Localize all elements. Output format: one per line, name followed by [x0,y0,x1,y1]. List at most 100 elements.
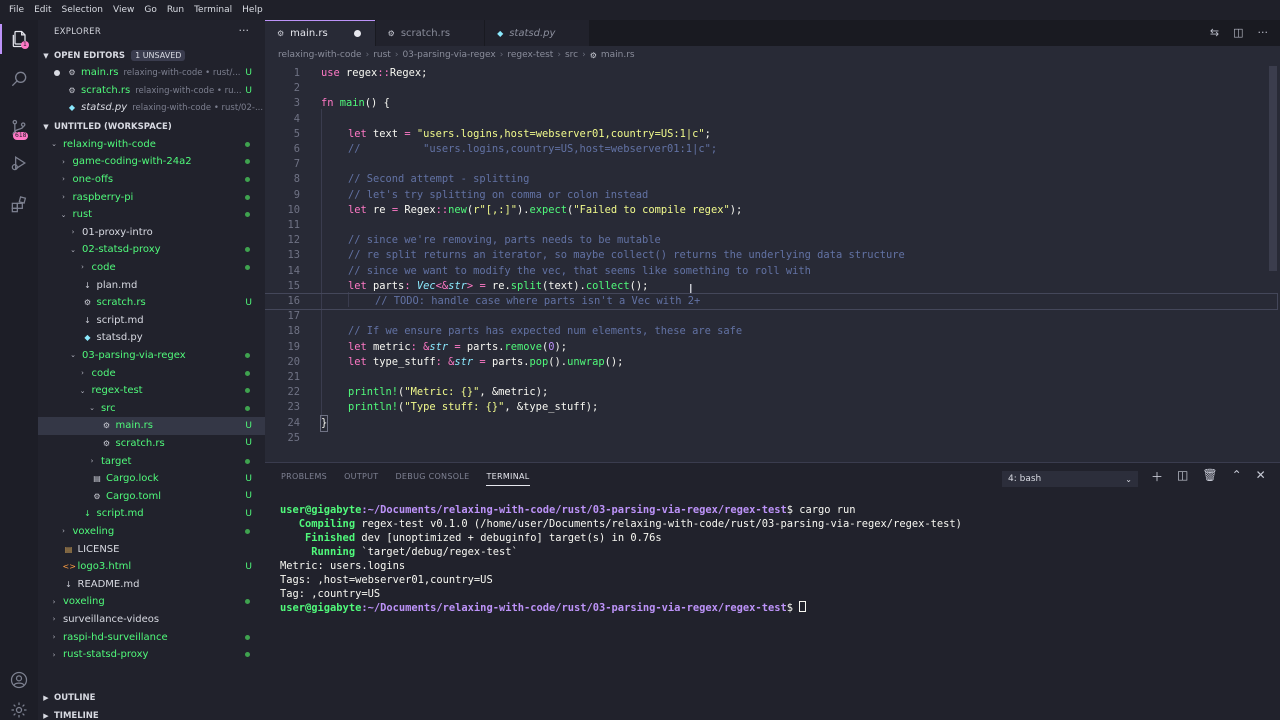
menu-edit[interactable]: Edit [29,5,56,15]
tree-folder[interactable]: › raspi-hd-surveillance [38,628,265,646]
breadcrumb-item[interactable]: 03-parsing-via-regex [402,50,495,60]
tree-file[interactable]: ↓ script.md [38,312,265,330]
tree-file[interactable]: ▤ LICENSE [38,540,265,558]
code-line: // "users.logins,country=US,host=webserv… [348,143,718,155]
timeline-header[interactable]: ▶ TIMELINE [38,707,265,720]
terminal-select[interactable]: 4: bash ⌄ [1002,471,1138,487]
chevron-right-icon: › [582,50,586,60]
tree-file[interactable]: ⚙ Cargo.toml U [38,488,265,506]
open-editor-statsd-py[interactable]: ◆ statsd.py relaxing-with-code • rust/02… [38,99,265,117]
breadcrumb-item[interactable]: relaxing-with-code [278,50,362,60]
tab-statsd-py[interactable]: ◆ statsd.py [485,20,590,46]
chevron-right-icon: › [62,157,65,166]
tree-folder[interactable]: ⌄ 03-parsing-via-regex [38,347,265,365]
tree-folder[interactable]: › rust-statsd-proxy [38,646,265,664]
tree-file[interactable]: ⚙ main.rs U [38,417,265,435]
terminal-select-value: 4: bash [1008,474,1042,484]
open-editors-header[interactable]: ▼ OPEN EDITORS 1 UNSAVED [38,47,265,64]
workspace-header[interactable]: ▼ UNTITLED (WORKSPACE) [38,118,265,135]
rust-file-icon: ⚙ [387,28,395,38]
tree-file[interactable]: ⚙ scratch.rs U [38,294,265,312]
editor-scrollbar[interactable] [1269,66,1277,271]
tree-folder[interactable]: › target [38,452,265,470]
tree-file[interactable]: ▤ Cargo.lock U [38,470,265,488]
open-changes-icon[interactable]: ⇆ [1210,26,1219,39]
editor-tabs: ⚙ main.rs ⚙ scratch.rs ◆ statsd.py ⇆ ◫ ·… [265,20,1280,46]
chevron-down-icon: ⌄ [1125,474,1132,484]
tree-folder[interactable]: › 01-proxy-intro [38,224,265,242]
tree-folder[interactable]: › one-offs [38,171,265,189]
maximize-panel-icon[interactable]: ⌃ [1232,468,1242,485]
open-editor-name: statsd.py [81,102,128,114]
split-terminal-icon[interactable]: ◫ [1177,468,1188,485]
breadcrumb-item[interactable]: src [565,50,578,60]
code-editor[interactable]: 1 2 3 4 5 6 7 8 9 10 11 12 13 14 15 16 17 18 19 20 21 22 23 24 2… [265,64,1280,462]
unsaved-dot-icon[interactable] [353,30,361,37]
tree-file[interactable]: ↓ plan.md [38,276,265,294]
menu-help[interactable]: Help [237,5,268,15]
open-editor-scratch-rs[interactable]: ⚙ scratch.rs relaxing-with-code • ru... … [38,82,265,100]
menu-selection[interactable]: Selection [57,5,108,15]
tree-file[interactable]: ↓ README.md [38,576,265,594]
tree-folder[interactable]: › voxeling [38,523,265,541]
more-actions-icon[interactable]: ··· [239,24,250,37]
tree-file[interactable]: <> logo3.html U [38,558,265,576]
tree-folder[interactable]: ⌄ regex-test [38,382,265,400]
tab-debug-console[interactable]: DEBUG CONSOLE [395,472,469,486]
manage-gear-icon[interactable] [0,695,38,720]
unsaved-dot-icon[interactable] [54,69,60,76]
menu-go[interactable]: Go [139,5,161,15]
split-editor-icon[interactable]: ◫ [1233,26,1243,39]
modified-dot-icon [245,528,250,534]
tree-file[interactable]: ↓ script.md U [38,505,265,523]
tab-problems[interactable]: PROBLEMS [281,472,327,486]
tree-folder[interactable]: › surveillance-videos [38,611,265,629]
menu-view[interactable]: View [108,5,139,15]
new-terminal-icon[interactable]: ＋ [1151,468,1163,485]
trash-icon[interactable]: 🗑 [1202,468,1217,485]
run-debug-icon[interactable] [0,148,38,178]
tree-folder[interactable]: › code [38,259,265,277]
close-icon[interactable]: ✕ [1256,468,1266,485]
menu-terminal[interactable]: Terminal [189,5,237,15]
open-editor-main-rs[interactable]: ⚙ main.rs relaxing-with-code • rust/... … [38,64,265,82]
outline-header[interactable]: ▶ OUTLINE [38,689,265,706]
source-control-icon[interactable]: 618 [0,113,38,143]
extensions-icon[interactable] [0,190,38,220]
explorer-icon[interactable]: 1 [0,24,38,54]
menu-file[interactable]: File [4,5,29,15]
line-number: 7 [293,158,300,171]
tree-folder[interactable]: ⌄ 02-statsd-proxy [38,241,265,259]
tree-folder[interactable]: › code [38,364,265,382]
open-editor-name: main.rs [81,67,119,79]
tree-file[interactable]: ◆ statsd.py [38,329,265,347]
rust-file-icon: ⚙ [589,50,597,60]
menu-bar: File Edit Selection View Go Run Terminal… [0,0,1280,20]
tree-file[interactable]: ⚙ scratch.rs U [38,435,265,453]
chevron-down-icon: ⌄ [70,245,76,254]
more-actions-icon[interactable]: ··· [1258,26,1269,39]
tree-folder[interactable]: › voxeling [38,593,265,611]
terminal-line: Tag: ,country=US [280,588,381,600]
terminal-output[interactable]: user@gigabyte:~/Documents/relaxing-with-… [280,503,962,615]
tab-output[interactable]: OUTPUT [344,472,378,486]
tab-main-rs[interactable]: ⚙ main.rs [265,20,375,46]
status-untracked: U [245,508,252,519]
account-icon[interactable] [0,665,38,695]
tree-folder[interactable]: ⌄ src [38,400,265,418]
chevron-right-icon: › [90,457,94,466]
tab-scratch-rs[interactable]: ⚙ scratch.rs [375,20,485,46]
search-icon[interactable] [0,64,38,94]
breadcrumb-item[interactable]: regex-test [507,50,553,60]
tree-folder[interactable]: › raspberry-pi [38,188,265,206]
tree-folder[interactable]: ⌄ rust [38,206,265,224]
markdown-icon: ↓ [65,579,72,589]
chevron-down-icon: ⌄ [51,140,57,149]
tree-folder[interactable]: ⌄ relaxing-with-code [38,136,265,154]
tree-folder[interactable]: › game-coding-with-24a2 [38,153,265,171]
tab-terminal[interactable]: TERMINAL [486,472,530,486]
menu-run[interactable]: Run [162,5,189,15]
breadcrumb-item[interactable]: main.rs [601,50,635,60]
chevron-right-icon: › [52,650,56,659]
breadcrumb-item[interactable]: rust [373,50,391,60]
